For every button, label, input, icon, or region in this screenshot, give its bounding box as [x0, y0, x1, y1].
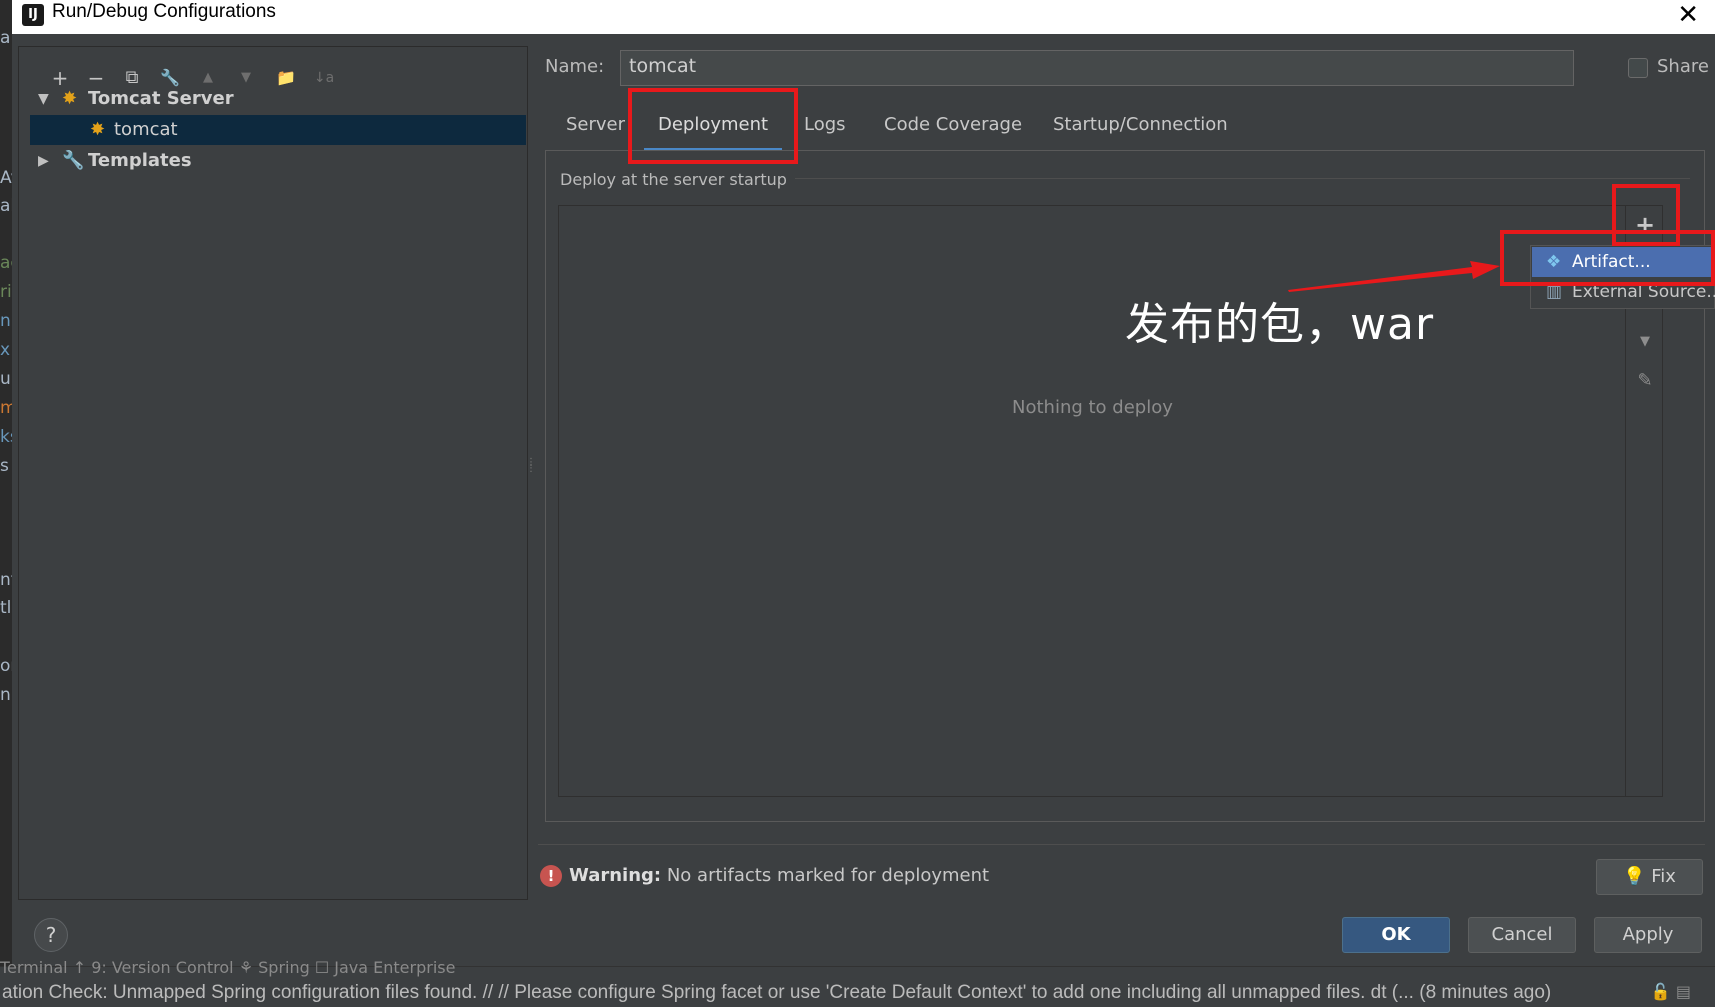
editor-fragment: s [0, 456, 9, 476]
close-icon[interactable]: ✕ [1677, 0, 1699, 30]
tomcat-icon: ✸ [90, 119, 106, 140]
share-label[interactable]: Share [1657, 56, 1709, 77]
editor-fragment: or [0, 656, 12, 676]
fix-button[interactable]: 💡 Fix [1596, 859, 1703, 895]
help-button[interactable]: ? [34, 918, 68, 952]
editor-fragment: ri [0, 282, 12, 302]
panel-splitter-handle[interactable]: ⋮ ⋮ [526, 458, 536, 484]
deploy-section-label: Deploy at the server startup [560, 170, 787, 189]
edit-icon[interactable]: ✎ [1630, 366, 1660, 396]
dialog-title: Run/Debug Configurations [52, 1, 276, 22]
tree-item-tomcat[interactable]: ✸ tomcat [30, 115, 526, 145]
intellij-logo-icon: IJ [22, 4, 44, 26]
expand-arrow-icon[interactable]: ▼ [38, 84, 54, 114]
collapse-arrow-icon[interactable]: ▶ [38, 146, 54, 176]
ok-button[interactable]: OK [1342, 917, 1450, 953]
fix-label: Fix [1651, 866, 1676, 887]
editor-fragment: nl [0, 311, 12, 331]
tree-item-label: tomcat [114, 119, 178, 140]
separator [538, 844, 1705, 845]
status-message: ation Check: Unmapped Spring configurati… [2, 982, 1552, 1003]
editor-fragment: al [0, 196, 12, 216]
section-divider [795, 178, 1690, 179]
editor-fragment: u [0, 369, 11, 389]
editor-fragment: m [0, 398, 12, 418]
name-field[interactable]: tomcat [620, 50, 1574, 86]
warning-icon: ! [540, 865, 562, 887]
editor-fragment: x [0, 340, 11, 360]
warning-message: Warning: No artifacts marked for deploym… [569, 865, 989, 886]
background-editor-strip: a Av al ac ri nl x u m ks s nt tl or n [0, 0, 12, 1007]
editor-fragment: nt [0, 570, 12, 590]
editor-fragment: a [0, 28, 11, 48]
tab-server[interactable]: Server [566, 114, 625, 135]
warning-detail: No artifacts marked for deployment [661, 865, 990, 886]
empty-list-text: Nothing to deploy [1012, 397, 1173, 418]
tree-item-templates[interactable]: ▶ 🔧 Templates [30, 146, 538, 176]
cancel-button[interactable]: Cancel [1468, 917, 1576, 953]
tree-item-label: Templates [88, 150, 192, 171]
name-label: Name: [545, 56, 605, 77]
editor-fragment: n [0, 685, 11, 705]
annotation-text: 发布的包，war [1125, 299, 1435, 350]
tab-startup-connection[interactable]: Startup/Connection [1053, 114, 1228, 135]
tab-logs[interactable]: Logs [804, 114, 846, 135]
annotation-box-artifact [1500, 230, 1715, 286]
move-down-icon[interactable]: ▼ [1630, 327, 1660, 357]
dialog-titlebar: IJ Run/Debug Configurations ✕ [12, 0, 1715, 34]
bulb-icon: 💡 [1623, 866, 1646, 887]
tab-code-coverage[interactable]: Code Coverage [884, 114, 1022, 135]
tree-item-tomcat-server[interactable]: ▼ ✸ Tomcat Server [30, 84, 538, 114]
editor-fragment: ac [0, 253, 12, 273]
share-checkbox[interactable] [1628, 58, 1648, 78]
editor-fragment: ks [0, 427, 12, 447]
apply-button[interactable]: Apply [1594, 917, 1702, 953]
tool-window-bar[interactable]: Terminal ↑ 9: Version Control ⚘ Spring ☐… [0, 958, 455, 977]
tree-item-label: Tomcat Server [88, 88, 234, 109]
tomcat-icon: ✸ [62, 88, 78, 109]
annotation-box-deployment-tab [628, 88, 798, 164]
editor-fragment: tl [0, 598, 12, 618]
wrench-icon: 🔧 [62, 150, 85, 171]
warning-label: Warning: [569, 865, 662, 886]
editor-fragment: Av [0, 168, 12, 188]
status-icons[interactable]: 🔓 ▤ [1651, 982, 1691, 1001]
